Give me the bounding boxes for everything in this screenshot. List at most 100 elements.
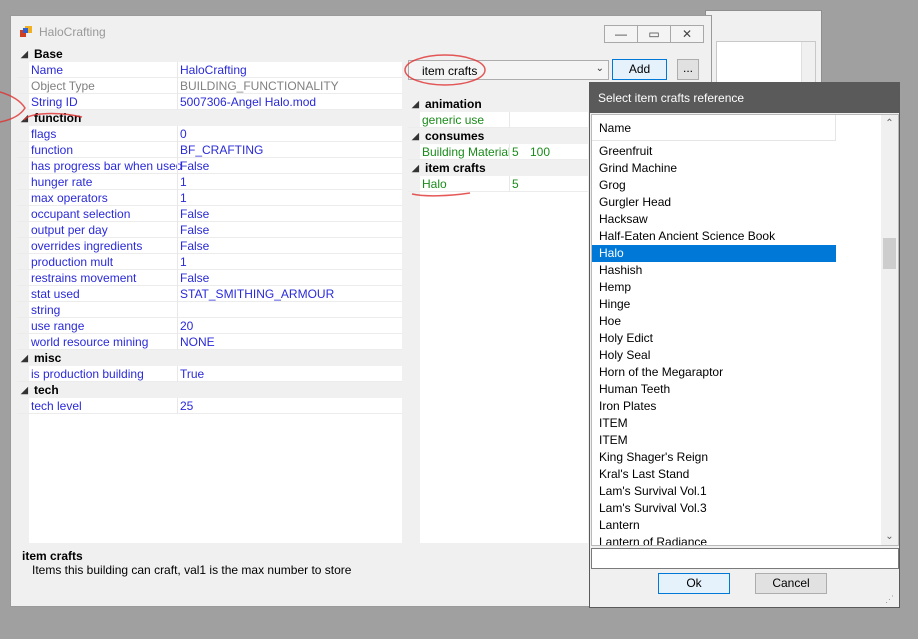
property-value[interactable]: BUILDING_FUNCTIONALITY [177, 78, 402, 94]
property-row[interactable]: flags 0 [17, 126, 402, 142]
list-item[interactable]: Greenfruit [592, 143, 836, 160]
property-value[interactable]: False [177, 270, 402, 286]
property-row[interactable]: world resource mining NONE [17, 334, 402, 350]
grid-category[interactable]: ◢ misc [17, 350, 402, 366]
property-row[interactable]: restrains movement False [17, 270, 402, 286]
expand-triangle-icon[interactable]: ◢ [21, 46, 28, 62]
property-row[interactable]: output per day False [17, 222, 402, 238]
list-item[interactable]: Hacksaw [592, 211, 836, 228]
property-value[interactable]: 20 [177, 318, 402, 334]
property-row[interactable]: String ID 5007306-Angel Halo.mod [17, 94, 402, 110]
property-value[interactable]: STAT_SMITHING_ARMOUR [177, 286, 402, 302]
ref-value-2[interactable] [528, 112, 588, 128]
list-item[interactable]: Horn of the Megaraptor [592, 364, 836, 381]
reference-type-combo[interactable]: item crafts ⌄ [408, 60, 609, 80]
property-value[interactable]: BF_CRAFTING [177, 142, 402, 158]
property-row[interactable]: overrides ingredients False [17, 238, 402, 254]
list-item[interactable]: Lantern of Radiance [592, 534, 836, 545]
property-value[interactable]: NONE [177, 334, 402, 350]
ref-value-1[interactable] [509, 112, 529, 128]
list-item[interactable]: Kral's Last Stand [592, 466, 836, 483]
list-item[interactable]: Halo [592, 245, 836, 262]
property-row[interactable]: is production building True [17, 366, 402, 382]
resize-grip-icon[interactable]: ⋰ [885, 593, 897, 605]
expand-triangle-icon[interactable]: ◢ [21, 110, 28, 126]
property-row[interactable]: tech level 25 [17, 398, 402, 414]
property-row[interactable]: occupant selection False [17, 206, 402, 222]
property-value[interactable] [177, 302, 402, 318]
ref-value-1[interactable]: 5 [509, 176, 529, 192]
more-button[interactable]: ... [677, 59, 699, 80]
list-item[interactable]: Grog [592, 177, 836, 194]
grid-category[interactable]: ◢ function [17, 110, 402, 126]
property-value[interactable]: 1 [177, 174, 402, 190]
reference-list[interactable]: Name Greenfruit Grind Machine Grog Gurgler … [591, 114, 899, 546]
ref-value-2[interactable]: 100 [528, 144, 588, 160]
list-item[interactable]: Holy Seal [592, 347, 836, 364]
ref-category[interactable]: ◢ animation [408, 96, 588, 112]
ref-row[interactable]: Halo 5 [408, 176, 588, 192]
property-row[interactable]: Name HaloCrafting [17, 62, 402, 78]
close-button[interactable]: ✕ [670, 25, 704, 43]
list-item[interactable]: Hashish [592, 262, 836, 279]
list-item[interactable]: Hoe [592, 313, 836, 330]
maximize-button[interactable]: ▭ [637, 25, 671, 43]
property-value[interactable]: 1 [177, 190, 402, 206]
property-value[interactable]: 25 [177, 398, 402, 414]
ref-row[interactable]: Building Material 5 100 [408, 144, 588, 160]
column-header-name[interactable]: Name [592, 115, 836, 141]
ref-value-2[interactable] [528, 176, 588, 192]
property-row[interactable]: production mult 1 [17, 254, 402, 270]
expand-triangle-icon[interactable]: ◢ [21, 382, 28, 398]
minimize-button[interactable]: — [604, 25, 638, 43]
list-item[interactable]: Grind Machine [592, 160, 836, 177]
list-item[interactable]: ITEM [592, 415, 836, 432]
cancel-button[interactable]: Cancel [755, 573, 827, 594]
ref-category[interactable]: ◢ consumes [408, 128, 588, 144]
list-item[interactable]: Hemp [592, 279, 836, 296]
list-item[interactable]: Iron Plates [592, 398, 836, 415]
scroll-up-icon[interactable]: ⌃ [881, 115, 898, 132]
filter-input[interactable] [591, 548, 899, 569]
main-titlebar[interactable]: HaloCrafting — ▭ ✕ [11, 16, 711, 46]
scrollbar-thumb[interactable] [883, 238, 896, 269]
property-row[interactable]: function BF_CRAFTING [17, 142, 402, 158]
list-item[interactable]: Lantern [592, 517, 836, 534]
property-value[interactable]: True [177, 366, 402, 382]
property-row[interactable]: Object Type BUILDING_FUNCTIONALITY [17, 78, 402, 94]
property-value[interactable]: 1 [177, 254, 402, 270]
add-button[interactable]: Add [612, 59, 667, 80]
property-value[interactable]: False [177, 206, 402, 222]
property-row[interactable]: stat used STAT_SMITHING_ARMOUR [17, 286, 402, 302]
expand-triangle-icon[interactable]: ◢ [412, 160, 419, 176]
ref-row[interactable]: generic use [408, 112, 588, 128]
list-item[interactable]: King Shager's Reign [592, 449, 836, 466]
scroll-down-icon[interactable]: ⌄ [881, 528, 898, 545]
property-value[interactable]: False [177, 158, 402, 174]
ok-button[interactable]: Ok [658, 573, 730, 594]
list-scrollbar[interactable]: ⌃ ⌄ [881, 115, 898, 545]
property-value[interactable]: False [177, 222, 402, 238]
dialog-title[interactable]: Select item crafts reference [590, 83, 899, 113]
property-row[interactable]: string [17, 302, 402, 318]
property-row[interactable]: max operators 1 [17, 190, 402, 206]
property-value[interactable]: False [177, 238, 402, 254]
grid-category[interactable]: ◢ Base [17, 46, 402, 62]
list-item[interactable]: Gurgler Head [592, 194, 836, 211]
property-row[interactable]: has progress bar when used False [17, 158, 402, 174]
property-row[interactable]: use range 20 [17, 318, 402, 334]
expand-triangle-icon[interactable]: ◢ [412, 128, 419, 144]
grid-category[interactable]: ◢ tech [17, 382, 402, 398]
property-value[interactable]: HaloCrafting [177, 62, 402, 78]
list-item[interactable]: Holy Edict [592, 330, 836, 347]
property-value[interactable]: 5007306-Angel Halo.mod [177, 94, 402, 110]
list-item[interactable]: Hinge [592, 296, 836, 313]
list-item[interactable]: Lam's Survival Vol.3 [592, 500, 836, 517]
expand-triangle-icon[interactable]: ◢ [412, 96, 419, 112]
ref-category[interactable]: ◢ item crafts [408, 160, 588, 176]
property-row[interactable]: hunger rate 1 [17, 174, 402, 190]
list-item[interactable]: Lam's Survival Vol.1 [592, 483, 836, 500]
list-item[interactable]: Human Teeth [592, 381, 836, 398]
ref-value-1[interactable]: 5 [509, 144, 529, 160]
list-item[interactable]: ITEM [592, 432, 836, 449]
